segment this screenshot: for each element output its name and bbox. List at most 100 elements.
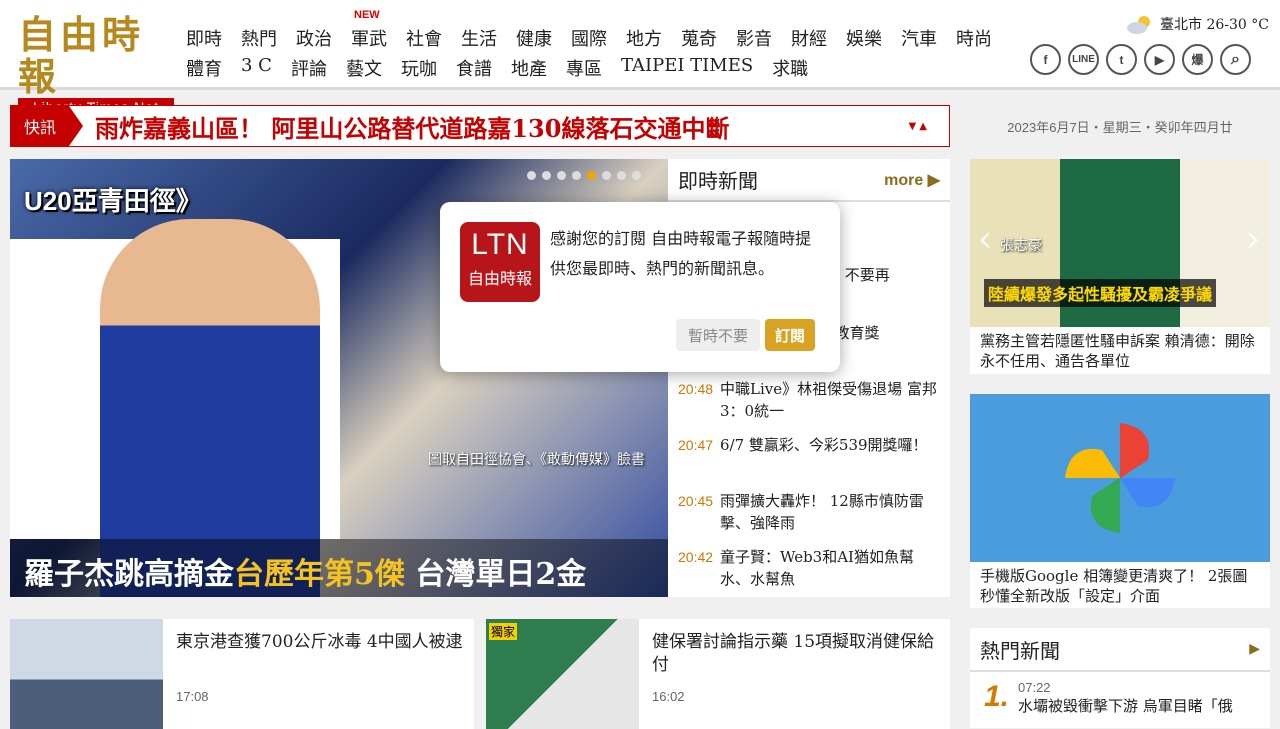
nav1-item[interactable]: 財經 <box>791 25 846 51</box>
news-card-time: 17:08 <box>176 689 209 704</box>
not-now-button[interactable]: 暫時不要 <box>676 319 760 351</box>
news-text: 雨彈擴大轟炸！ 12縣市慎防雷擊、強降雨 <box>720 492 924 532</box>
hot-tip-icon[interactable]: 爆 <box>1182 44 1213 75</box>
nav1-item[interactable]: 影音 <box>736 25 791 51</box>
side-feature-1-name: 張志豪 <box>1000 238 1042 254</box>
subscribe-dialog: LTN 自由時報 感謝您的訂閱 自由時報電子報隨時提供您最即時、熱門的新聞訊息。… <box>440 202 840 372</box>
nav1-item[interactable]: 政治 <box>296 25 351 51</box>
news-card-image <box>10 619 163 729</box>
site-header: 自由時報 Liberty Times Net 即時熱門政治軍武NEW社會生活健康… <box>0 0 1280 116</box>
weather-widget[interactable]: 臺北市 26-30 °C <box>1126 12 1269 36</box>
ltn-logo-text: LTN <box>471 228 529 261</box>
news-item[interactable]: 20:47 6/7 雙贏彩、今彩539開獎囉！ <box>678 434 938 456</box>
side-feature-2-title[interactable]: 手機版Google 相簿變更清爽了！ 2張圖秒懂全新改版「設定」介面 <box>970 562 1270 610</box>
news-time: 20:45 <box>678 493 714 509</box>
side-feature-1[interactable]: ‹ › 張志豪 陸續爆發多起性騷擾及霸凌爭議 黨務主管若隱匿性騷申訴案 賴清德：… <box>970 159 1270 374</box>
hot-news-item[interactable]: 1. 07:22 水壩被毀衝擊下游 烏軍目睹「俄 <box>970 672 1270 724</box>
hot-news-title: 熱門新聞 <box>980 638 1060 663</box>
side-prev-icon[interactable]: ‹ <box>978 219 992 260</box>
carousel-dot[interactable] <box>617 171 626 180</box>
carousel-dot[interactable] <box>542 171 551 180</box>
nav1-item[interactable]: 娛樂 <box>846 25 901 51</box>
nav2-item[interactable]: 3 C <box>241 55 272 81</box>
news-text: 6/7 雙贏彩、今彩539開獎囉！ <box>720 436 928 454</box>
nav2-item[interactable]: 藝文 <box>346 55 382 81</box>
breaking-news-bar[interactable]: 快訊 雨炸嘉義山區！ 阿里山公路替代道路嘉130線落石交通中斷 ▼ ▲ <box>10 105 950 147</box>
carousel-dot[interactable] <box>602 171 611 180</box>
nav1-item[interactable]: 社會 <box>406 25 461 51</box>
news-card[interactable]: 獨家 健保署討論指示藥 15項擬取消健保給付 16:02 <box>486 619 950 729</box>
carousel-dot[interactable] <box>527 171 536 180</box>
nav1-item[interactable]: 健康 <box>516 25 571 51</box>
breaking-news-controls[interactable]: ▼ ▲ <box>908 121 927 132</box>
instant-news-header: 即時新聞 more ▶ <box>668 159 950 202</box>
hot-news-text: 水壩被毀衝擊下游 烏軍目睹「俄 <box>1018 697 1233 715</box>
news-text: 中職Live》林祖傑受傷退場 富邦3：0統一 <box>720 380 937 420</box>
youtube-icon[interactable]: ▶ <box>1144 44 1175 75</box>
line-icon[interactable]: LINE <box>1068 44 1099 75</box>
carousel-dot[interactable] <box>557 171 566 180</box>
news-item[interactable]: 20:42 童子賢：Web3和AI猶如魚幫水、水幫魚 <box>678 546 938 590</box>
nav1-item[interactable]: 蒐奇 <box>681 25 736 51</box>
nav2-item[interactable]: 求職 <box>772 55 808 81</box>
nav1-item[interactable]: 地方 <box>626 25 681 51</box>
nav1-item[interactable]: 即時 <box>186 25 241 51</box>
hero-caption-highlight: 台歷年第5傑 <box>234 557 405 592</box>
main-nav-row2: 體育 3 C 評論 藝文 玩咖 食譜 地產 專區 TAIPEI TIMES 求職 <box>186 55 827 81</box>
nav1-item[interactable]: 時尚 <box>956 25 1011 51</box>
facebook-icon[interactable]: f <box>1030 44 1061 75</box>
breaking-news-text[interactable]: 雨炸嘉義山區！ 阿里山公路替代道路嘉130線落石交通中斷 <box>95 109 908 144</box>
hot-news-arrow-icon[interactable]: ▶ <box>1249 641 1260 657</box>
news-time: 20:42 <box>678 549 714 565</box>
news-card[interactable]: 東京港查獲700公斤冰毒 4中國人被逮 17:08 <box>10 619 474 729</box>
search-icon[interactable]: ⌕ <box>1220 44 1251 75</box>
twitter-icon[interactable]: t <box>1106 44 1137 75</box>
nav2-item[interactable]: 評論 <box>291 55 327 81</box>
pinwheel-icon <box>1065 423 1175 533</box>
news-time: 20:47 <box>678 437 714 453</box>
nav2-item[interactable]: TAIPEI TIMES <box>621 55 753 81</box>
nav2-item[interactable]: 玩咖 <box>401 55 437 81</box>
carousel-dot[interactable] <box>572 171 581 180</box>
nav1-item[interactable]: 汽車 <box>901 25 956 51</box>
carousel-dot-active[interactable] <box>587 171 596 180</box>
instant-news-title: 即時新聞 <box>678 169 758 193</box>
news-card-time: 16:02 <box>652 689 685 704</box>
instant-news-more-link[interactable]: more ▶ <box>884 170 940 190</box>
nav2-item[interactable]: 體育 <box>186 55 222 81</box>
nav2-item[interactable]: 食譜 <box>456 55 492 81</box>
subscribe-button[interactable]: 訂閱 <box>765 319 815 351</box>
side-feature-2[interactable]: 手機版Google 相簿變更清爽了！ 2張圖秒懂全新改版「設定」介面 <box>970 394 1270 608</box>
news-card-title: 東京港查獲700公斤冰毒 4中國人被逮 <box>176 632 463 652</box>
carousel-dot[interactable] <box>632 171 641 180</box>
nav1-item[interactable]: 生活 <box>461 25 516 51</box>
side-feature-1-title[interactable]: 黨務主管若隱匿性騷申訴案 賴清德：開除永不任用、通告各單位 <box>970 327 1270 375</box>
nav1-item[interactable]: 軍武 NEW <box>351 9 406 51</box>
google-photos-icon <box>970 394 1270 562</box>
news-text: 童子賢：Web3和AI猶如魚幫水、水幫魚 <box>720 548 914 588</box>
carousel-dots[interactable] <box>527 171 647 180</box>
news-card-title: 健保署討論指示藥 15項擬取消健保給付 <box>652 632 935 675</box>
nav2-item[interactable]: 地產 <box>511 55 547 81</box>
hero-caption[interactable]: 羅子杰跳高摘金台歷年第5傑 台灣單日2金 <box>10 539 668 597</box>
cloud-sun-icon <box>1127 16 1150 34</box>
side-feature-1-image: ‹ › 張志豪 陸續爆發多起性騷擾及霸凌爭議 <box>970 159 1270 327</box>
logo-chinese: 自由時報 <box>18 12 145 99</box>
nav1-item[interactable]: 熱門 <box>241 25 296 51</box>
side-next-icon[interactable]: › <box>1246 219 1260 260</box>
hero-caption-a: 羅子杰跳高摘金 <box>24 557 234 592</box>
nav2-item[interactable]: 專區 <box>566 55 602 81</box>
side-feature-1-label: 陸續爆發多起性騷擾及霸凌爭議 <box>984 279 1217 307</box>
social-links: f LINE t ▶ 爆 ⌕ <box>1030 44 1258 75</box>
hero-tag: U20亞青田徑》 <box>24 186 202 216</box>
hero-credit: 圖取自田徑協會、《敢動傳媒》臉書 <box>428 452 645 468</box>
news-item[interactable]: 20:48 中職Live》林祖傑受傷退場 富邦3：0統一 <box>678 378 938 422</box>
news-time: 20:48 <box>678 381 714 397</box>
hot-news-rank: 1. <box>984 680 1010 713</box>
site-logo[interactable]: 自由時報 Liberty Times Net <box>18 14 174 116</box>
news-item[interactable]: 20:45 雨彈擴大轟炸！ 12縣市慎防雷擊、強降雨 <box>678 490 938 534</box>
main-nav-row1: 即時 熱門 政治 軍武 NEW 社會 生活 健康 國際 地方 蒐奇 影音 財經 娛樂 汽車 時尚 <box>186 9 1011 51</box>
nav1-item[interactable]: 國際 <box>571 25 626 51</box>
weather-text: 臺北市 26-30 °C <box>1160 17 1269 33</box>
carousel-prev-icon[interactable]: ‹ <box>22 329 38 375</box>
